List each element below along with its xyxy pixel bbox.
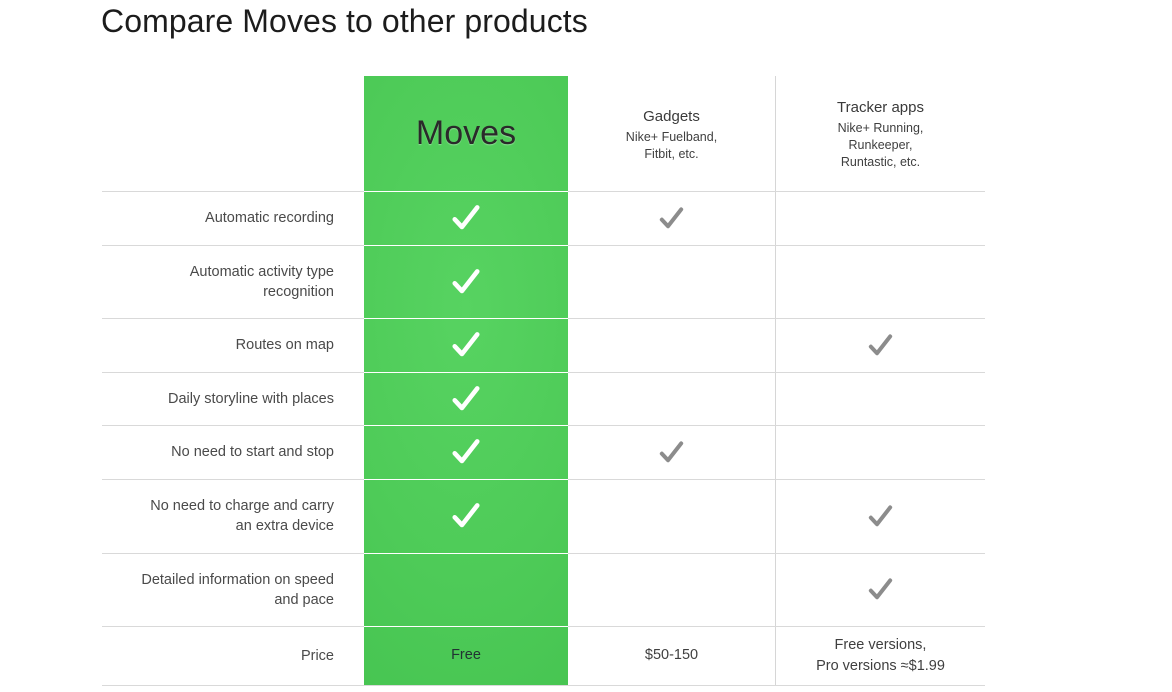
- cell-moves: [364, 245, 568, 318]
- row-label-text: Routes on map: [235, 337, 334, 353]
- table-row: Price Free $50-150 Free versions, Pro versio…: [102, 626, 985, 685]
- cell-gadgets: [568, 553, 775, 626]
- cell-gadgets: [568, 425, 775, 479]
- cell-gadgets: [568, 479, 775, 553]
- row-label: Automatic activity type recognition: [102, 245, 346, 318]
- check-icon: [865, 574, 896, 605]
- row-label-text: Daily storyline with places: [167, 390, 334, 407]
- check-icon: [448, 381, 484, 417]
- row-label-text: Detailed information on speed and pace: [141, 571, 334, 608]
- cell-gadgets: $50-150: [568, 626, 775, 685]
- check-icon: [656, 437, 687, 468]
- page-title: Compare Moves to other products: [101, 3, 588, 39]
- cell-gadgets: [568, 191, 775, 245]
- cell-moves: [364, 191, 568, 245]
- column-header-trackers-sub-line1: Nike+ Running,: [837, 121, 924, 135]
- column-header-gadgets-sub-line1: Nike+ Fuelband,: [625, 130, 718, 144]
- cell-trackers: [776, 318, 985, 372]
- cell-moves: Free: [364, 626, 568, 685]
- cell-moves: [364, 318, 568, 372]
- row-label: Automatic recording: [102, 191, 346, 245]
- cell-trackers: [776, 479, 985, 553]
- check-icon: [656, 203, 687, 234]
- row-label-text: Automatic recording: [205, 210, 334, 226]
- table-row: Routes on map: [102, 318, 985, 372]
- table-row: Detailed information on speed and pace: [102, 553, 985, 626]
- table-row: Automatic recording: [102, 191, 985, 245]
- comparison-table: Moves Gadgets Nike+ Fuelband, Fitbit, et…: [102, 76, 985, 692]
- row-label: Daily storyline with places: [102, 372, 346, 425]
- column-header-trackers-name: Tracker apps: [837, 99, 924, 116]
- cell-trackers: [776, 372, 985, 425]
- cell-moves: [364, 553, 568, 626]
- row-label-text: No need to start and stop: [171, 444, 334, 460]
- column-header-gadgets-name: Gadgets: [643, 108, 700, 125]
- column-header-moves: Moves: [415, 114, 517, 152]
- table-header-row: Moves Gadgets Nike+ Fuelband, Fitbit, et…: [102, 76, 985, 191]
- cell-trackers: [776, 245, 985, 318]
- row-label: Detailed information on speed and pace: [102, 553, 346, 626]
- check-icon: [448, 498, 484, 534]
- cell-gadgets: [568, 372, 775, 425]
- table-row: No need to start and stop: [102, 425, 985, 479]
- check-icon: [448, 434, 484, 470]
- row-label: Routes on map: [102, 318, 346, 372]
- table-row: Automatic activity type recognition: [102, 245, 985, 318]
- check-icon: [865, 330, 896, 361]
- comparison-page: Compare Moves to other products Moves Ga…: [0, 0, 1172, 692]
- cell-gadgets: [568, 245, 775, 318]
- column-header-gadgets-sub-line2: Fitbit, etc.: [644, 147, 699, 161]
- cell-moves: [364, 479, 568, 553]
- row-label: No need to start and stop: [102, 425, 346, 479]
- check-icon: [448, 264, 484, 300]
- row-separator: [102, 685, 985, 686]
- row-label-text: Automatic activity type recognition: [189, 263, 334, 300]
- cell-moves: [364, 372, 568, 425]
- price-text: Free versions, Pro versions ≈$1.99: [816, 636, 945, 674]
- cell-trackers: Free versions, Pro versions ≈$1.99: [776, 626, 985, 685]
- column-header-trackers-sub-line3: Runtastic, etc.: [840, 155, 921, 169]
- row-label: Price: [102, 626, 346, 685]
- check-icon: [448, 200, 484, 236]
- cell-moves: [364, 425, 568, 479]
- cell-trackers: [776, 191, 985, 245]
- check-icon: [448, 327, 484, 363]
- cell-trackers: [776, 553, 985, 626]
- table-row: Daily storyline with places: [102, 372, 985, 425]
- column-header-trackers-sub-line2: Runkeeper,: [848, 138, 913, 152]
- price-text: Free: [451, 647, 481, 663]
- cell-gadgets: [568, 318, 775, 372]
- table-row: No need to charge and carry an extra devi…: [102, 479, 985, 553]
- row-label: No need to charge and carry an extra devi…: [102, 479, 346, 553]
- row-label-text: Price: [300, 647, 334, 664]
- check-icon: [865, 501, 896, 532]
- row-label-text: No need to charge and carry an extra devi…: [150, 498, 334, 534]
- cell-trackers: [776, 425, 985, 479]
- price-text: $50-150: [644, 647, 699, 663]
